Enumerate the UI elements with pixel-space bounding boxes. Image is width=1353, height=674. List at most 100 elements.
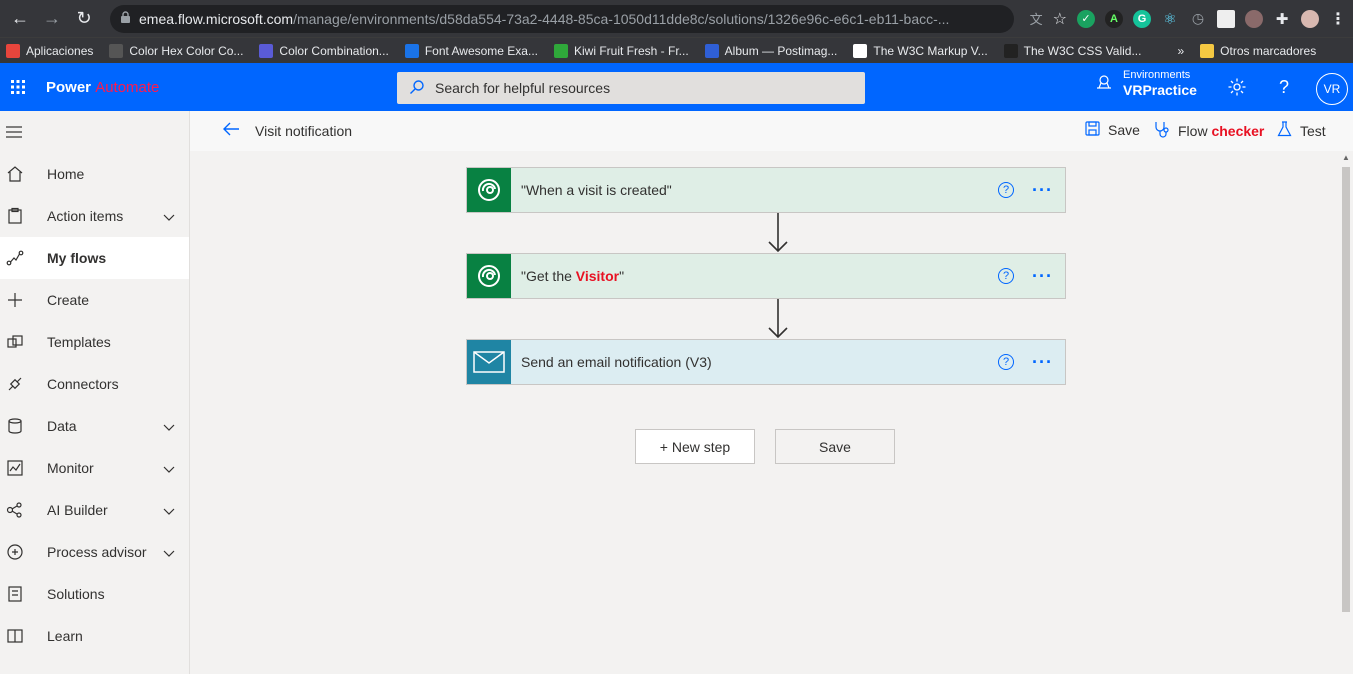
chevron-down-icon[interactable] (163, 545, 175, 561)
environment-value: VRPractice (1123, 82, 1197, 99)
new-step-button[interactable]: + New step (635, 429, 755, 464)
flow-editor: Visit notification Save Flow checker Tes… (190, 111, 1353, 674)
chevron-down-icon[interactable] (163, 503, 175, 519)
learn-icon (6, 627, 24, 645)
star-icon[interactable]: ☆ (1053, 9, 1067, 29)
bookmark-item[interactable]: The W3C Markup V... (853, 43, 988, 58)
profile-avatar[interactable] (1301, 9, 1319, 28)
sidebar-item-action-items[interactable]: Action items (0, 195, 189, 237)
data-icon (6, 417, 24, 435)
help-circle-icon[interactable]: ? (998, 354, 1015, 370)
help-circle-icon[interactable]: ? (998, 182, 1015, 198)
url-host: emea.flow.microsoft.com (139, 10, 294, 27)
connector-arrow-icon (765, 213, 791, 256)
bookmark-item[interactable]: Color Hex Color Co... (109, 43, 243, 58)
back-arrow-icon[interactable] (222, 121, 240, 140)
sidebar-item-my-flows[interactable]: My flows (0, 237, 189, 279)
forward-icon[interactable]: → (38, 5, 66, 33)
flow-checker-label: Flow (1178, 123, 1208, 139)
extension-sheet-icon[interactable] (1217, 9, 1235, 28)
sidebar-item-monitor[interactable]: Monitor (0, 447, 189, 489)
help-circle-icon[interactable]: ? (998, 268, 1015, 284)
save-button[interactable]: Save (775, 429, 895, 464)
process-advisor-icon (6, 543, 24, 561)
flow-step-card[interactable]: Send an email notification (V3)? ··· (466, 339, 1066, 385)
bookmark-item[interactable]: Album — Postimag... (704, 43, 837, 58)
environment-picker[interactable]: Environments VRPractice (1095, 69, 1197, 99)
more-options-icon[interactable]: ··· (1032, 266, 1053, 287)
other-bookmarks-label: Otros marcadores (1220, 43, 1317, 58)
bookmark-label: The W3C Markup V... (873, 43, 988, 58)
vertical-scrollbar[interactable]: ▲ (1339, 151, 1353, 674)
test-command[interactable]: Test (1277, 121, 1326, 140)
scroll-up-icon[interactable]: ▲ (1342, 153, 1350, 162)
bookmark-label: The W3C CSS Valid... (1023, 43, 1142, 58)
bookmark-item[interactable]: Kiwi Fruit Fresh - Fr... (553, 43, 689, 58)
sidebar-item-templates[interactable]: Templates (0, 321, 189, 363)
bookmark-item[interactable]: The W3C CSS Valid... (1003, 43, 1142, 58)
monitor-icon (6, 459, 24, 477)
sidebar-item-process-advisor[interactable]: Process advisor (0, 531, 189, 573)
save-command[interactable]: Save (1085, 121, 1140, 139)
bookmark-favicon-icon (1003, 43, 1018, 58)
connectors-icon (6, 375, 24, 393)
sidebar-item-home[interactable]: Home (0, 153, 189, 195)
dataverse-icon (467, 254, 511, 298)
user-avatar[interactable]: VR (1316, 73, 1348, 105)
sidebar-item-label: Action items (47, 208, 124, 224)
bookmark-favicon-icon (109, 43, 124, 58)
extension-grammarly-icon[interactable]: G (1133, 9, 1151, 28)
flow-canvas: + New step Save "When a visit is created… (190, 151, 1340, 674)
templates-icon (6, 333, 24, 351)
waffle-icon[interactable] (4, 63, 32, 111)
back-icon[interactable]: ← (6, 5, 34, 33)
sidebar-item-label: Solutions (47, 586, 105, 602)
more-options-icon[interactable]: ··· (1032, 352, 1053, 373)
reload-icon[interactable]: ↻ (70, 5, 98, 33)
extension-circle-icon[interactable] (1245, 9, 1263, 28)
sidebar-item-label: Data (47, 418, 77, 434)
folder-icon (1200, 43, 1215, 58)
bookmark-item[interactable]: Color Combination... (259, 43, 389, 58)
url-path: /manage/environments/d58da554-73a2-4448-… (293, 10, 950, 27)
menu-icon[interactable]: ⋮ (1329, 10, 1347, 28)
chevron-down-icon[interactable] (163, 419, 175, 435)
sidebar-item-label: Process advisor (47, 544, 147, 560)
sidebar-item-create[interactable]: Create (0, 279, 189, 321)
bookmark-item[interactable]: Font Awesome Exa... (404, 43, 538, 58)
sidebar-item-ai-builder[interactable]: AI Builder (0, 489, 189, 531)
extension-check-icon[interactable]: ✓ (1077, 9, 1095, 28)
app-brand[interactable]: Power Automate (46, 79, 386, 96)
sidebar: Home Action items My flows Create Templates C… (0, 111, 190, 674)
chevron-down-icon[interactable] (163, 209, 175, 225)
bookmarks-overflow-icon[interactable]: » (1177, 44, 1184, 58)
sidebar-item-solutions[interactable]: Solutions (0, 573, 189, 615)
other-bookmarks[interactable]: Otros marcadores (1200, 43, 1317, 58)
flow-step-card[interactable]: "Get the Visitor"? ··· (466, 253, 1066, 299)
flow-step-card[interactable]: "When a visit is created"? ··· (466, 167, 1066, 213)
sidebar-item-label: My flows (47, 250, 107, 266)
scrollbar-thumb[interactable] (1342, 167, 1350, 612)
search-input[interactable]: Search for helpful resources (397, 72, 865, 104)
sidebar-item-learn[interactable]: Learn (0, 615, 189, 657)
extension-a-icon[interactable]: A (1105, 9, 1123, 28)
flow-checker-command[interactable]: Flow checker (1153, 121, 1264, 141)
help-icon[interactable]: ? (1272, 75, 1296, 99)
bookmark-item[interactable]: Aplicaciones (6, 43, 93, 58)
chevron-down-icon[interactable] (163, 461, 175, 477)
bookmark-label: Font Awesome Exa... (424, 43, 538, 58)
stethoscope-icon (1153, 121, 1170, 141)
hamburger-menu-icon[interactable] (0, 111, 189, 153)
sidebar-item-connectors[interactable]: Connectors (0, 363, 189, 405)
extension-react-icon[interactable]: ⚛ (1161, 10, 1179, 28)
more-options-icon[interactable]: ··· (1032, 180, 1053, 201)
translate-icon[interactable]: 文 (1030, 9, 1043, 28)
flow-title: Visit notification (255, 123, 353, 139)
sidebar-item-data[interactable]: Data (0, 405, 189, 447)
puzzle-icon[interactable]: ✚ (1273, 10, 1291, 28)
bookmark-favicon-icon (853, 43, 868, 58)
bookmark-favicon-icon (6, 43, 20, 58)
extension-history-icon[interactable]: ◷ (1189, 10, 1207, 28)
settings-gear-icon[interactable] (1225, 75, 1249, 99)
address-bar[interactable]: emea.flow.microsoft.com/manage/environme… (110, 4, 1014, 33)
